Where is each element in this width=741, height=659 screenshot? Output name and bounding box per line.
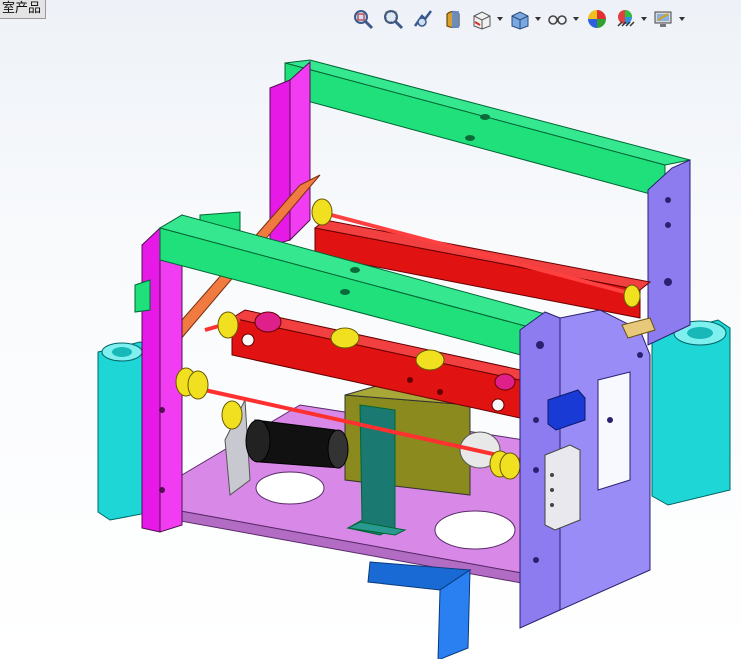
document-title-tab[interactable]: 室产品 — [0, 0, 47, 19]
view-orientation-icon[interactable] — [470, 6, 504, 32]
section-view-icon[interactable] — [440, 6, 466, 32]
view-settings-icon[interactable] — [652, 6, 686, 32]
rear-right-violet-post[interactable] — [647, 159, 691, 346]
machine-assembly-model[interactable] — [0, 36, 741, 659]
rear-green-top-bar[interactable] — [284, 59, 691, 199]
right-air-cylinder[interactable] — [651, 319, 731, 506]
front-right-violet-post[interactable] — [519, 309, 651, 629]
hide-show-items-icon[interactable] — [546, 6, 580, 32]
blue-bottom-bracket[interactable] — [367, 561, 472, 659]
heads-up-view-toolbar — [350, 4, 686, 34]
zoom-to-fit-icon[interactable] — [350, 6, 376, 32]
display-style-icon[interactable] — [508, 6, 542, 32]
zoom-to-area-icon[interactable] — [380, 6, 406, 32]
previous-view-icon[interactable] — [410, 6, 436, 32]
cad-graphics-area[interactable] — [0, 36, 741, 659]
edit-appearance-icon[interactable] — [584, 6, 610, 32]
apply-scene-icon[interactable] — [614, 6, 648, 32]
